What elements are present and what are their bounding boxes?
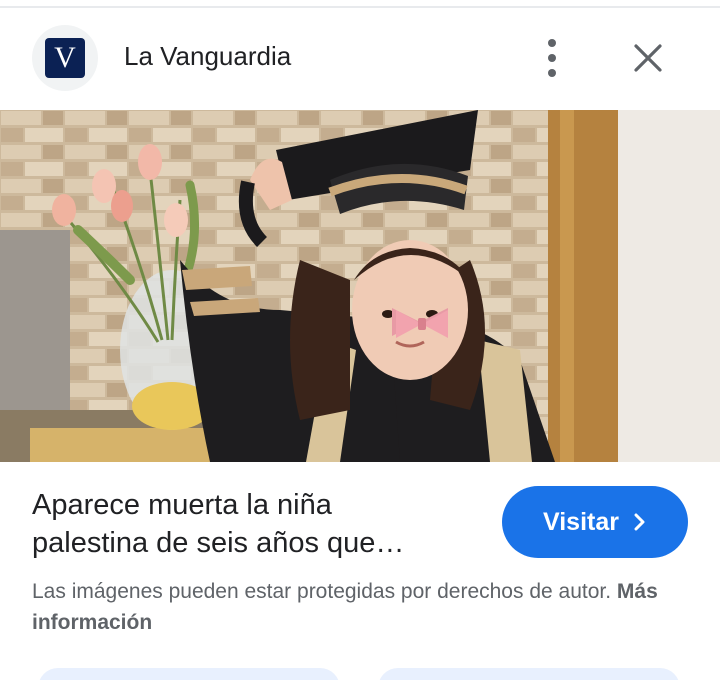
chevron-right-icon: [634, 513, 645, 531]
site-name[interactable]: La Vanguardia: [124, 41, 291, 72]
result-title-line-1: Aparece muerta la niña: [32, 489, 332, 521]
close-icon: [634, 44, 662, 72]
result-image[interactable]: [0, 110, 720, 462]
copyright-notice-text: Las imágenes pueden estar protegidas por…: [32, 580, 617, 603]
site-logo-letter: V: [45, 38, 85, 78]
more-vert-icon: [548, 39, 556, 47]
result-title[interactable]: Aparece muerta la niña palestina de seis…: [32, 486, 472, 562]
photo-illustration: [0, 110, 720, 462]
close-button[interactable]: [624, 34, 672, 82]
visit-button-label: Visitar: [543, 507, 619, 536]
visit-button[interactable]: Visitar: [502, 486, 688, 558]
related-chip-2[interactable]: [378, 668, 680, 680]
copyright-notice: Las imágenes pueden estar protegidas por…: [32, 576, 672, 638]
related-chip-1[interactable]: [38, 668, 340, 680]
site-logo: V: [32, 25, 98, 91]
source-header: V La Vanguardia: [0, 8, 720, 110]
result-title-line-2: palestina de seis años que…: [32, 527, 405, 559]
more-options-button[interactable]: [532, 32, 572, 84]
